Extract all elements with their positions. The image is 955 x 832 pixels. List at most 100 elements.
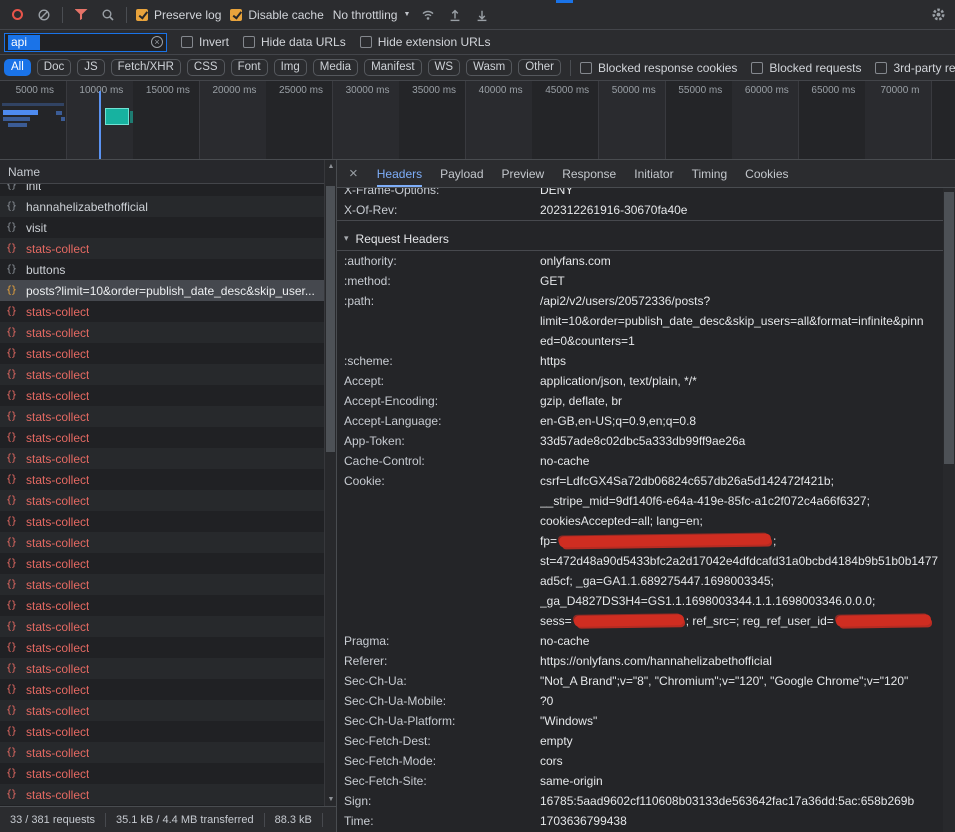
request-row[interactable]: {}stats-collect [0, 385, 336, 406]
request-row[interactable]: {}stats-collect [0, 448, 336, 469]
header-name: Cache-Control: [344, 451, 540, 471]
request-row[interactable]: {}stats-collect [0, 490, 336, 511]
header-name: Accept-Encoding: [344, 391, 540, 411]
har-import-button[interactable] [446, 6, 464, 24]
type-chip-all[interactable]: All [4, 59, 31, 76]
request-row[interactable]: {}stats-collect [0, 322, 336, 343]
blocked-requests-checkbox[interactable]: Blocked requests [751, 61, 861, 75]
request-type-icon: {} [6, 516, 20, 527]
clear-filter-icon[interactable]: × [151, 36, 163, 48]
request-row[interactable]: {}stats-collect [0, 301, 336, 322]
scrollbar-thumb[interactable] [326, 186, 335, 452]
scroll-down-icon[interactable]: ▼ [325, 796, 337, 803]
request-type-icon: {} [6, 453, 20, 464]
header-row: Sec-Fetch-Site:same-origin [337, 771, 955, 791]
request-row-selected[interactable]: {}posts?limit=10&order=publish_date_desc… [0, 280, 336, 301]
request-row[interactable]: {}stats-collect [0, 637, 336, 658]
type-chip-js[interactable]: JS [77, 59, 104, 76]
type-chip-manifest[interactable]: Manifest [364, 59, 421, 76]
close-details-button[interactable]: × [349, 166, 358, 181]
record-button[interactable] [8, 6, 26, 24]
disable-cache-checkbox[interactable]: Disable cache [230, 8, 323, 22]
request-row[interactable]: {}stats-collect [0, 364, 336, 385]
network-conditions-button[interactable] [419, 6, 437, 24]
network-main-split: Name {}init{}hannahelizabethofficial{}vi… [0, 160, 955, 832]
request-row[interactable]: {}stats-collect [0, 700, 336, 721]
request-row[interactable]: {}stats-collect [0, 616, 336, 637]
checkbox-label: 3rd-party requests [893, 61, 955, 75]
request-name: stats-collect [26, 662, 89, 676]
tab-initiator[interactable]: Initiator [634, 160, 673, 187]
type-chip-fetch-xhr[interactable]: Fetch/XHR [111, 59, 181, 76]
timeline-overview[interactable]: 5000 ms10000 ms15000 ms20000 ms25000 ms3… [0, 81, 955, 160]
preserve-log-checkbox[interactable]: Preserve log [136, 8, 221, 22]
request-row[interactable]: {}stats-collect [0, 658, 336, 679]
type-chip-other[interactable]: Other [518, 59, 561, 76]
status-transferred: 35.1 kB / 4.4 MB transferred [106, 813, 265, 827]
scroll-up-icon[interactable]: ▲ [325, 163, 337, 170]
hide-data-urls-checkbox[interactable]: Hide data URLs [243, 35, 346, 49]
type-chip-doc[interactable]: Doc [37, 59, 71, 76]
search-button[interactable] [99, 6, 117, 24]
har-export-button[interactable] [473, 6, 491, 24]
request-row[interactable]: {}stats-collect [0, 427, 336, 448]
request-row[interactable]: {}stats-collect [0, 511, 336, 532]
header-name: X-Of-Rev: [344, 200, 540, 220]
request-headers-section[interactable]: ▾Request Headers [337, 227, 955, 251]
request-row[interactable]: {}stats-collect [0, 469, 336, 490]
request-type-icon: {} [6, 705, 20, 716]
type-chip-css[interactable]: CSS [187, 59, 225, 76]
invert-checkbox[interactable]: Invert [181, 35, 229, 49]
type-chip-wasm[interactable]: Wasm [466, 59, 512, 76]
request-row[interactable]: {}stats-collect [0, 763, 336, 784]
request-row[interactable]: {}stats-collect [0, 532, 336, 553]
request-row[interactable]: {}stats-collect [0, 406, 336, 427]
request-name: visit [26, 221, 47, 235]
throttling-select[interactable]: No throttling ▼ [333, 8, 411, 22]
scrollbar-thumb[interactable] [944, 192, 954, 464]
request-row[interactable]: {}stats-collect [0, 721, 336, 742]
tab-headers[interactable]: Headers [377, 160, 422, 187]
request-row[interactable]: {}stats-collect [0, 784, 336, 805]
timeline-activity-bar [99, 91, 101, 160]
clear-icon [37, 8, 51, 22]
type-chip-font[interactable]: Font [231, 59, 268, 76]
request-row[interactable]: {}stats-collect [0, 343, 336, 364]
tab-preview[interactable]: Preview [502, 160, 545, 187]
request-row[interactable]: {}buttons [0, 259, 336, 280]
request-row[interactable]: {}stats-collect [0, 742, 336, 763]
request-row[interactable]: {}visit [0, 217, 336, 238]
type-chip-img[interactable]: Img [274, 59, 307, 76]
header-value: no-cache [540, 451, 955, 471]
tab-response[interactable]: Response [562, 160, 616, 187]
request-row[interactable]: {}stats-collect [0, 553, 336, 574]
header-row: :path:/api2/v2/users/20572336/posts?limi… [337, 291, 955, 351]
name-column-header[interactable]: Name [0, 160, 336, 184]
type-chip-ws[interactable]: WS [428, 59, 461, 76]
hide-extension-urls-checkbox[interactable]: Hide extension URLs [360, 35, 491, 49]
header-name: Cookie: [344, 471, 540, 631]
type-filter-checkboxes: Blocked response cookies Blocked requests… [580, 61, 955, 75]
request-row[interactable]: {}hannahelizabethofficial [0, 196, 336, 217]
header-row: Referer:https://onlyfans.com/hannaheliza… [337, 651, 955, 671]
type-chip-media[interactable]: Media [313, 59, 358, 76]
list-scrollbar[interactable]: ▲ ▼ [324, 160, 336, 806]
blocked-response-cookies-checkbox[interactable]: Blocked response cookies [580, 61, 737, 75]
details-scrollbar[interactable] [943, 188, 955, 832]
request-row[interactable]: {}stats-collect [0, 595, 336, 616]
3rd-party-requests-checkbox[interactable]: 3rd-party requests [875, 61, 955, 75]
tab-timing[interactable]: Timing [692, 160, 728, 187]
tab-cookies[interactable]: Cookies [745, 160, 788, 187]
filter-input[interactable]: api × [4, 33, 167, 52]
request-row[interactable]: {}init [0, 184, 336, 196]
filter-toggle-button[interactable] [72, 6, 90, 24]
timeline-tick-label: 30000 ms [346, 85, 390, 96]
settings-gear-button[interactable] [929, 6, 947, 24]
clear-button[interactable] [35, 6, 53, 24]
request-row[interactable]: {}stats-collect [0, 679, 336, 700]
request-list-viewport: {}init{}hannahelizabethofficial{}visit{}… [0, 184, 336, 806]
disclosure-triangle-icon: ▾ [344, 233, 349, 244]
request-row[interactable]: {}stats-collect [0, 574, 336, 595]
tab-payload[interactable]: Payload [440, 160, 483, 187]
request-row[interactable]: {}stats-collect [0, 238, 336, 259]
